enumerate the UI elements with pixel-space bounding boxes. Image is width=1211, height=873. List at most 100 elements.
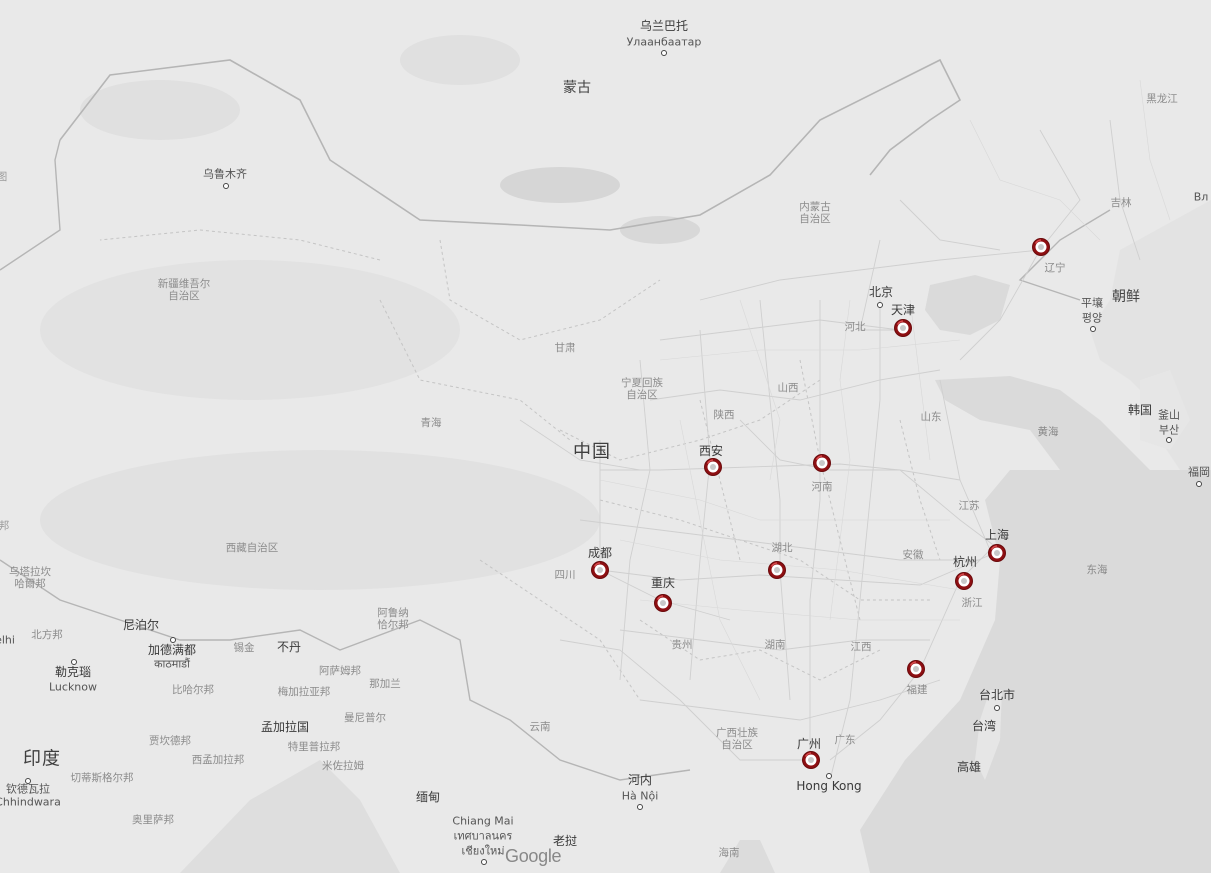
map-marker-xian[interactable] bbox=[703, 457, 723, 477]
region-label-odisha: 奥里萨邦 bbox=[132, 813, 174, 826]
region-label-jharkhand: 贾坎德邦 bbox=[149, 734, 191, 747]
city-label-beijing: 北京 bbox=[868, 285, 894, 300]
city-label-pyongyang-ko: 평양 bbox=[1081, 311, 1103, 325]
map-marker-tianjin[interactable] bbox=[893, 318, 913, 338]
city-label-chiang-mai: Chiang Mai bbox=[452, 814, 514, 828]
region-label-jilin: 吉林 bbox=[1110, 196, 1132, 209]
city-label-hangzhou: 杭州 bbox=[952, 555, 978, 570]
region-label-tibet: 西藏自治区 bbox=[225, 541, 279, 554]
city-label-fukuoka: 福岡 bbox=[1188, 465, 1210, 479]
region-label-mizoram: 米佐拉姆 bbox=[322, 759, 364, 772]
city-label-pyongyang: 平壤 bbox=[1081, 296, 1103, 310]
region-label-ningxia: 宁夏回族 自治区 bbox=[621, 376, 663, 401]
city-label-chhindwara: 钦德瓦拉 bbox=[6, 782, 50, 796]
country-label-china: 中国 bbox=[573, 441, 611, 463]
city-dot-lucknow bbox=[71, 659, 77, 665]
city-label-hanoi: 河内 bbox=[627, 773, 653, 788]
map-canvas[interactable]: 蒙古 中国 印度 朝鲜 韩国 不丹 缅甸 老挝 孟加拉国 尼泊尔 乌兰巴托 Ул… bbox=[0, 0, 1211, 873]
country-label-bangladesh: 孟加拉国 bbox=[260, 720, 310, 735]
edge-label-2: 邦 bbox=[0, 519, 10, 532]
city-label-hanoi-vi: Hà Nội bbox=[621, 789, 659, 803]
country-label-mongolia: 蒙古 bbox=[563, 79, 591, 96]
map-marker-liaoning[interactable] bbox=[1031, 237, 1051, 257]
city-label-chhindwara-en: Chhindwara bbox=[0, 795, 61, 809]
city-label-chongqing: 重庆 bbox=[650, 576, 676, 591]
region-label-guangxi: 广西壮族 自治区 bbox=[716, 726, 758, 751]
region-label-fujian: 福建 bbox=[906, 683, 928, 696]
city-label-chengdu: 成都 bbox=[587, 546, 613, 561]
region-label-heilongjiang: 黑龙江 bbox=[1146, 92, 1178, 105]
region-label-guizhou: 贵州 bbox=[671, 638, 693, 651]
region-label-gansu: 甘肃 bbox=[554, 341, 576, 354]
city-label-busan-ko: 부산 bbox=[1158, 423, 1180, 437]
region-label-yunnan: 云南 bbox=[529, 720, 551, 733]
city-label-urumqi: 乌鲁木齐 bbox=[203, 167, 247, 181]
country-label-north-korea: 朝鲜 bbox=[1112, 288, 1140, 305]
region-label-uttar-pradesh: 北方邦 bbox=[31, 628, 63, 641]
country-label-myanmar: 缅甸 bbox=[415, 790, 441, 805]
city-label-ulaanbaatar-mn: Улаанбаатар bbox=[626, 35, 702, 49]
country-label-south-korea: 韩国 bbox=[1127, 403, 1153, 418]
city-label-hongkong: Hong Kong bbox=[796, 779, 862, 794]
city-label-chiang-mai-th2: เชียงใหม่ bbox=[461, 844, 505, 858]
city-label-kaohsiung: 高雄 bbox=[956, 760, 982, 775]
region-label-hubei: 湖北 bbox=[771, 541, 793, 554]
map-marker-hubei[interactable] bbox=[767, 560, 787, 580]
region-label-qinghai: 青海 bbox=[420, 416, 442, 429]
country-label-bhutan: 不丹 bbox=[276, 640, 302, 655]
region-label-nagaland: 那加兰 bbox=[369, 677, 401, 690]
city-dot-kathmandu bbox=[170, 637, 176, 643]
region-label-chhattisgarh: 切蒂斯格尔邦 bbox=[70, 771, 134, 784]
map-marker-henan[interactable] bbox=[812, 453, 832, 473]
city-dot-taipei bbox=[994, 705, 1000, 711]
city-dot-hanoi bbox=[637, 804, 643, 810]
region-label-arunachal: 阿鲁纳 恰尔邦 bbox=[377, 606, 409, 631]
region-label-taiwan: 台湾 bbox=[971, 719, 997, 734]
region-label-shandong: 山东 bbox=[920, 410, 942, 423]
city-dot-ulaanbaatar bbox=[661, 50, 667, 56]
city-label-vladivostok: Вл bbox=[1193, 190, 1209, 204]
city-dot-urumqi bbox=[223, 183, 229, 189]
city-label-kathmandu: 加德满都 bbox=[147, 643, 197, 658]
region-label-shanxi: 山西 bbox=[777, 381, 799, 394]
city-label-lucknow-en: Lucknow bbox=[48, 680, 98, 694]
country-label-nepal: 尼泊尔 bbox=[122, 618, 160, 633]
region-label-liaoning: 辽宁 bbox=[1044, 261, 1066, 274]
map-marker-hangzhou[interactable] bbox=[954, 571, 974, 591]
city-label-shanghai: 上海 bbox=[984, 528, 1010, 543]
map-marker-fujian[interactable] bbox=[906, 659, 926, 679]
map-marker-shanghai[interactable] bbox=[987, 543, 1007, 563]
city-label-tianjin: 天津 bbox=[890, 303, 916, 318]
map-marker-chengdu[interactable] bbox=[590, 560, 610, 580]
map-marker-chongqing[interactable] bbox=[653, 593, 673, 613]
region-label-sichuan: 四川 bbox=[554, 568, 576, 581]
region-label-assam: 阿萨姆邦 bbox=[319, 664, 361, 677]
city-label-lucknow: 勒克瑙 bbox=[54, 665, 92, 680]
region-label-west-bengal: 西孟加拉邦 bbox=[191, 753, 245, 766]
region-label-inner-mongolia: 内蒙古 自治区 bbox=[799, 200, 831, 225]
region-label-henan: 河南 bbox=[811, 480, 833, 493]
edge-label-1: 图 bbox=[0, 170, 8, 183]
city-label-chiang-mai-th1: เทศบาลนคร bbox=[453, 829, 513, 843]
country-label-india: 印度 bbox=[23, 748, 61, 770]
city-dot-beijing bbox=[877, 302, 883, 308]
region-label-guangdong: 广东 bbox=[834, 733, 856, 746]
region-label-manipur: 曼尼普尔 bbox=[344, 711, 386, 724]
region-label-anhui: 安徽 bbox=[902, 548, 924, 561]
region-label-uttarakhand: 乌塔拉坎 哈爾邦 bbox=[9, 565, 51, 590]
city-label-busan: 釜山 bbox=[1158, 408, 1180, 422]
region-label-hainan: 海南 bbox=[718, 846, 740, 859]
city-dot-chiang-mai bbox=[481, 859, 487, 865]
water-label-yellow-sea: 黄海 bbox=[1037, 425, 1059, 438]
region-label-jiangxi: 江西 bbox=[850, 640, 872, 653]
region-label-shaanxi: 陕西 bbox=[713, 408, 735, 421]
city-label-delhi: elhi bbox=[0, 633, 15, 647]
region-label-jiangsu: 江苏 bbox=[958, 499, 980, 512]
city-dot-fukuoka bbox=[1196, 481, 1202, 487]
google-logo[interactable]: Google bbox=[505, 846, 562, 867]
map-marker-guangzhou[interactable] bbox=[801, 750, 821, 770]
region-label-bihar: 比哈尔邦 bbox=[172, 683, 214, 696]
city-label-ulaanbaatar: 乌兰巴托 bbox=[639, 19, 689, 34]
city-dot-hongkong bbox=[826, 773, 832, 779]
region-label-hebei: 河北 bbox=[844, 320, 866, 333]
